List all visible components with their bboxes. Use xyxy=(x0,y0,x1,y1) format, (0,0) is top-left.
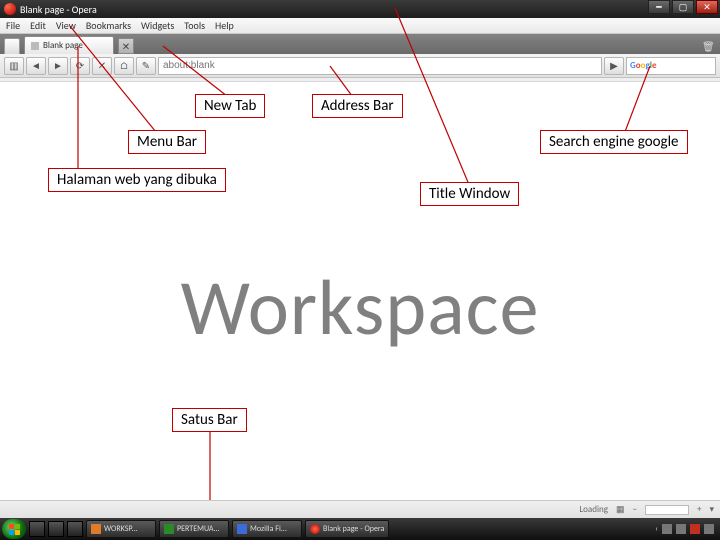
status-view-icon[interactable]: ▦ xyxy=(616,504,625,515)
callout-address-bar: Address Bar xyxy=(312,94,403,118)
bookmarks-bar xyxy=(0,78,720,82)
menu-help[interactable]: Help xyxy=(215,19,234,32)
new-tab-button[interactable]: ✕ xyxy=(118,38,134,54)
workspace-label: Workspace xyxy=(0,260,720,355)
start-button[interactable] xyxy=(2,519,26,539)
forward-button[interactable]: ► xyxy=(48,57,68,75)
tab-group-button[interactable] xyxy=(4,38,20,54)
tray-antivirus-icon[interactable] xyxy=(690,524,700,534)
tray-volume-icon[interactable] xyxy=(704,524,714,534)
powerpoint-icon xyxy=(91,524,101,534)
google-logo-icon: Google xyxy=(630,60,656,71)
page-icon xyxy=(31,42,39,50)
menu-view[interactable]: View xyxy=(56,19,76,32)
tray-icon[interactable] xyxy=(662,524,672,534)
quicklaunch-3[interactable] xyxy=(67,521,83,537)
menu-edit[interactable]: Edit xyxy=(30,19,46,32)
status-bar: Loading ▦ − + ▾ xyxy=(0,500,720,518)
status-loading-label: Loading xyxy=(579,504,608,515)
address-toolbar: ▥ ◄ ► ⟳ ✕ ⌂ ✎ ▶ Google xyxy=(0,54,720,78)
taskbar-item[interactable]: Mozilla Fi... xyxy=(232,520,302,538)
taskbar-item-label: Mozilla Fi... xyxy=(250,524,287,534)
status-zoom-slider[interactable] xyxy=(645,505,689,515)
go-button[interactable]: ▶ xyxy=(604,57,624,75)
taskbar-item-label: PERTEMUA... xyxy=(177,524,220,534)
wand-button[interactable]: ✎ xyxy=(136,57,156,75)
callout-title-window: Title Window xyxy=(420,182,519,206)
home-button[interactable]: ⌂ xyxy=(114,57,134,75)
quicklaunch-2[interactable] xyxy=(48,521,64,537)
document-icon xyxy=(164,524,174,534)
taskbar-item-label: Blank page - Opera xyxy=(323,524,384,534)
menu-widgets[interactable]: Widgets xyxy=(141,19,174,32)
system-tray: ‹ xyxy=(655,524,718,534)
callout-status-bar: Satus Bar xyxy=(172,408,247,432)
window-title: Blank page - Opera xyxy=(20,3,97,16)
stop-button[interactable]: ✕ xyxy=(92,57,112,75)
tray-icon[interactable] xyxy=(676,524,686,534)
menu-bookmarks[interactable]: Bookmarks xyxy=(86,19,131,32)
new-tab-small-button[interactable]: ▥ xyxy=(4,57,24,75)
back-button[interactable]: ◄ xyxy=(26,57,46,75)
callout-search: Search engine google xyxy=(540,130,688,154)
status-tools-icon[interactable]: ▾ xyxy=(709,504,714,515)
taskbar-item[interactable]: WORKSP... xyxy=(86,520,156,538)
closed-tabs-icon[interactable]: 🗑 xyxy=(702,40,716,54)
quicklaunch-1[interactable] xyxy=(29,521,45,537)
menu-file[interactable]: File xyxy=(6,19,20,32)
menu-tools[interactable]: Tools xyxy=(184,19,205,32)
window-close-button[interactable]: ✕ xyxy=(696,0,718,14)
firefox-icon xyxy=(237,524,247,534)
callout-opened-page: Halaman web yang dibuka xyxy=(48,168,226,192)
status-zoom-out-icon[interactable]: − xyxy=(633,504,637,515)
menu-bar: File Edit View Bookmarks Widgets Tools H… xyxy=(0,18,720,34)
windows-logo-icon xyxy=(9,524,20,535)
search-box[interactable]: Google xyxy=(626,57,716,75)
tray-expand-icon[interactable]: ‹ xyxy=(655,524,658,534)
taskbar: WORKSP... PERTEMUA... Mozilla Fi... Blan… xyxy=(0,518,720,540)
callout-new-tab: New Tab xyxy=(195,94,265,118)
taskbar-item[interactable]: Blank page - Opera xyxy=(305,520,389,538)
title-bar: Blank page - Opera ━ ▢ ✕ xyxy=(0,0,720,18)
taskbar-item-label: WORKSP... xyxy=(104,524,138,534)
window-maximize-button[interactable]: ▢ xyxy=(672,0,694,14)
status-zoom-in-icon[interactable]: + xyxy=(697,504,701,515)
opera-icon xyxy=(310,524,320,534)
tab-bar: Blank page ✕ 🗑 xyxy=(0,34,720,54)
address-input[interactable] xyxy=(158,57,602,75)
tab-active-label: Blank page xyxy=(43,40,83,51)
reload-button[interactable]: ⟳ xyxy=(70,57,90,75)
window-minimize-button[interactable]: ━ xyxy=(648,0,670,14)
taskbar-item[interactable]: PERTEMUA... xyxy=(159,520,229,538)
opera-logo-icon xyxy=(4,3,16,15)
tab-active[interactable]: Blank page xyxy=(24,36,114,54)
callout-menu-bar: Menu Bar xyxy=(128,130,206,154)
